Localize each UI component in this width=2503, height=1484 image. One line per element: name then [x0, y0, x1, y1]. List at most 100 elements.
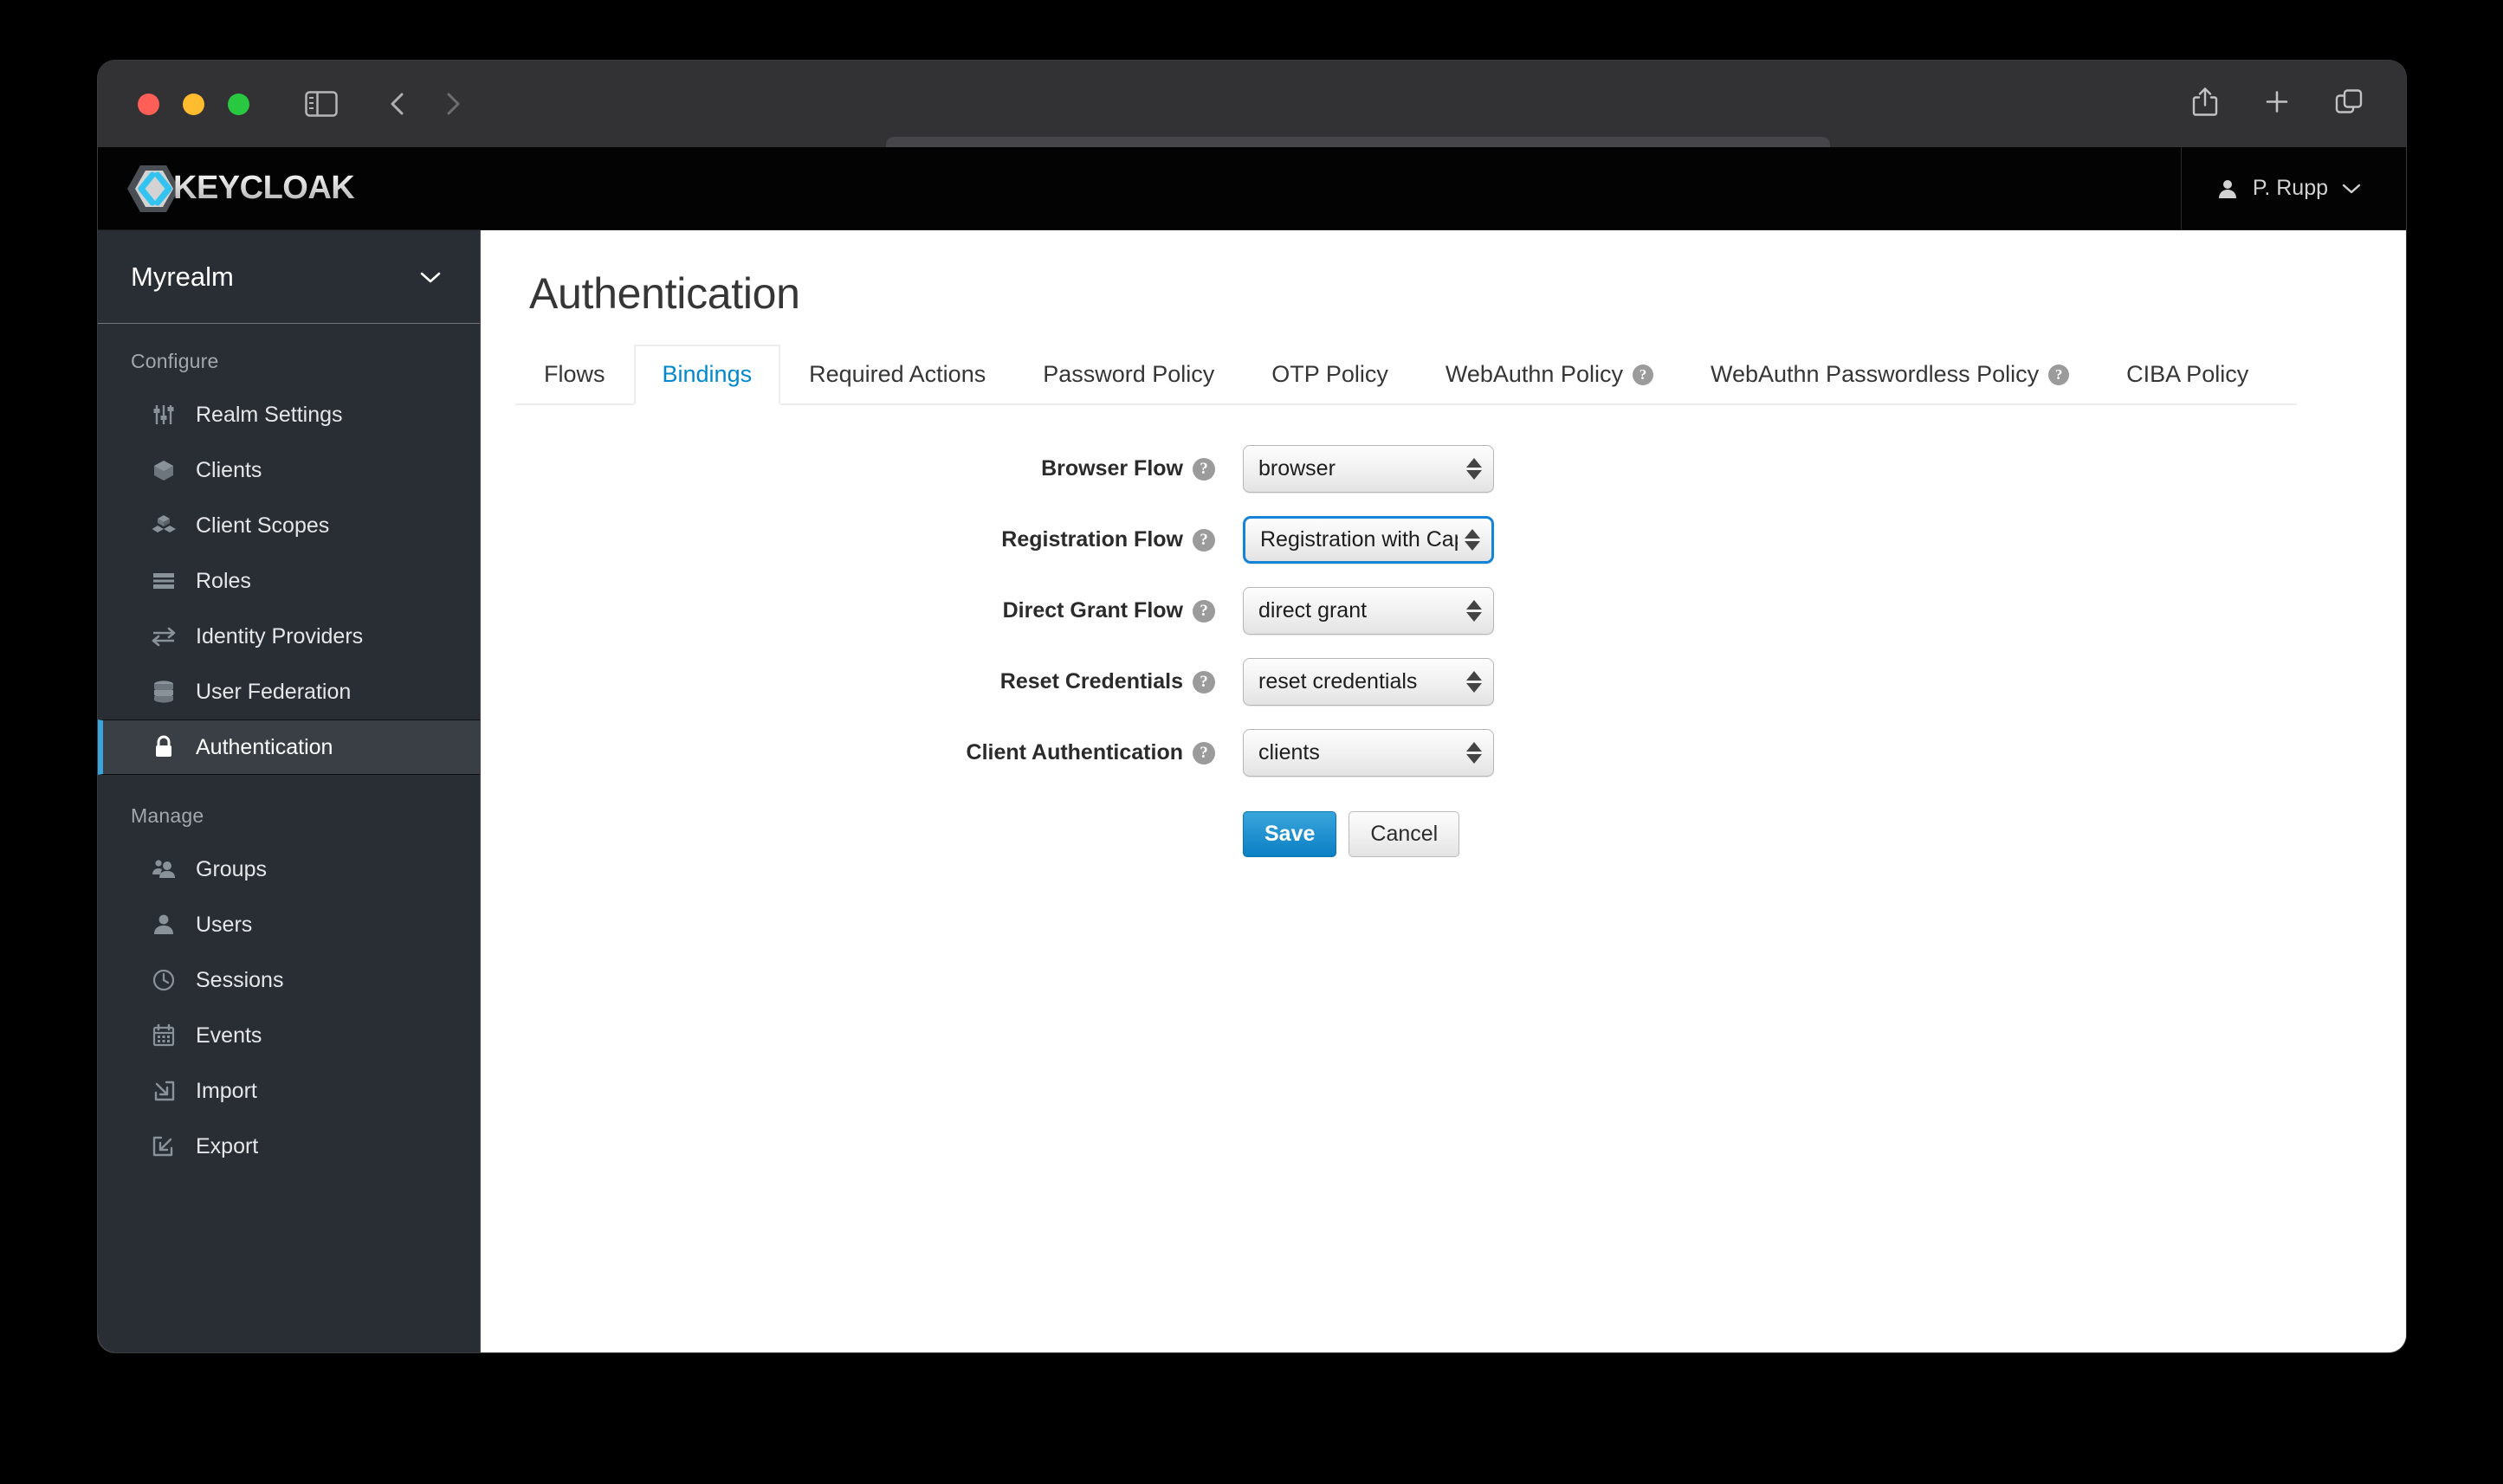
- form-label: Registration Flow: [1001, 527, 1183, 552]
- browser-nav-arrows: [387, 91, 463, 117]
- help-icon[interactable]: ?: [1193, 741, 1215, 765]
- sidebar-item-export[interactable]: Export: [98, 1119, 480, 1174]
- keycloak-app: KEYCLOAK P. Rupp Myrealm Configure Realm…: [98, 146, 2406, 1352]
- minimize-window-button[interactable]: [183, 93, 204, 115]
- browser-titlebar: localhost A 文: [98, 61, 2406, 190]
- tab-webauthn-policy[interactable]: WebAuthn Policy ?: [1417, 345, 1682, 405]
- stepper-arrows-icon: [1465, 529, 1480, 551]
- tab-flows[interactable]: Flows: [515, 345, 634, 405]
- form-row-browser-flow: Browser Flow ? browser: [515, 445, 2406, 493]
- reset-credentials-label-wrap: Reset Credentials ?: [515, 669, 1243, 694]
- reset-credentials-select[interactable]: reset credentials: [1243, 658, 1494, 706]
- import-icon: [151, 1078, 177, 1104]
- form-label: Direct Grant Flow: [1002, 598, 1183, 623]
- realm-selector-label: Myrealm: [131, 261, 234, 292]
- export-icon: [151, 1133, 177, 1159]
- close-window-button[interactable]: [138, 93, 159, 115]
- plus-icon[interactable]: [2264, 89, 2290, 119]
- main-content: Authentication Flows Bindings Required A…: [481, 230, 2406, 1352]
- stepper-arrows-icon: [1466, 742, 1482, 764]
- sidebar-item-label: Users: [196, 912, 253, 937]
- tab-ciba-policy[interactable]: CIBA Policy: [2098, 345, 2277, 405]
- tab-required-actions[interactable]: Required Actions: [780, 345, 1014, 405]
- browser-flow-select[interactable]: browser: [1243, 445, 1494, 493]
- form-label: Browser Flow: [1041, 456, 1183, 481]
- client-authentication-label-wrap: Client Authentication ?: [515, 740, 1243, 765]
- tab-otp-policy[interactable]: OTP Policy: [1243, 345, 1417, 405]
- sidebar-toggle-icon[interactable]: [305, 91, 338, 117]
- tab-bindings[interactable]: Bindings: [633, 345, 781, 405]
- browser-window: localhost A 文: [98, 61, 2406, 1352]
- chevron-right-icon[interactable]: [443, 91, 463, 117]
- realm-selector[interactable]: Myrealm: [98, 230, 480, 324]
- sidebar-item-client-scopes[interactable]: Client Scopes: [98, 498, 480, 553]
- nav-section-manage: Manage Groups Users Sessions Events Impo…: [98, 775, 480, 1174]
- nav-section-label: Manage: [131, 804, 204, 827]
- registration-flow-select[interactable]: Registration with Captcha: [1243, 516, 1494, 564]
- app-masthead: KEYCLOAK P. Rupp: [98, 146, 2406, 230]
- nav-section-label: Configure: [131, 350, 219, 372]
- sidebar-item-groups[interactable]: Groups: [98, 842, 480, 897]
- sidebar-item-clients[interactable]: Clients: [98, 442, 480, 498]
- chevron-left-icon[interactable]: [387, 91, 408, 117]
- sidebar-item-label: Sessions: [196, 967, 284, 992]
- users-icon: [151, 856, 177, 882]
- exchange-icon: [151, 623, 177, 649]
- lock-icon: [151, 734, 177, 760]
- sidebar-item-sessions[interactable]: Sessions: [98, 952, 480, 1008]
- tab-label: Password Policy: [1043, 361, 1215, 387]
- sidebar-item-label: Export: [196, 1133, 259, 1158]
- bindings-form: Browser Flow ? browser Registration Flow: [515, 405, 2406, 858]
- form-actions: Save Cancel: [515, 811, 2406, 858]
- tab-label: WebAuthn Policy: [1445, 361, 1623, 387]
- sidebar-item-import[interactable]: Import: [98, 1063, 480, 1119]
- help-icon[interactable]: ?: [1632, 364, 1653, 385]
- select-value: Registration with Captcha: [1260, 527, 1458, 552]
- sliders-icon: [151, 402, 177, 428]
- chevron-down-icon: [2342, 184, 2361, 193]
- sidebar-item-user-federation[interactable]: User Federation: [98, 664, 480, 719]
- tab-label: Bindings: [662, 361, 753, 387]
- stepper-arrows-icon: [1466, 671, 1482, 693]
- direct-grant-flow-label-wrap: Direct Grant Flow ?: [515, 598, 1243, 623]
- stepper-arrows-icon: [1466, 458, 1482, 480]
- browser-flow-label-wrap: Browser Flow ?: [515, 456, 1243, 481]
- sidebar-item-realm-settings[interactable]: Realm Settings: [98, 387, 480, 442]
- help-icon[interactable]: ?: [1193, 670, 1215, 694]
- help-icon[interactable]: ?: [1193, 599, 1215, 623]
- share-icon[interactable]: [2191, 87, 2219, 122]
- tab-bar: Flows Bindings Required Actions Password…: [515, 343, 2297, 405]
- tab-overview-icon[interactable]: [2335, 88, 2364, 120]
- tab-label: Flows: [544, 361, 605, 387]
- help-icon[interactable]: ?: [2048, 364, 2070, 385]
- user-menu-label: P. Rupp: [2252, 176, 2328, 200]
- sidebar-item-roles[interactable]: Roles: [98, 553, 480, 609]
- select-value: clients: [1258, 740, 1320, 765]
- screenshot-root: localhost A 文: [0, 0, 2503, 1484]
- direct-grant-flow-select[interactable]: direct grant: [1243, 587, 1494, 635]
- tab-webauthn-passwordless-policy[interactable]: WebAuthn Passwordless Policy ?: [1682, 345, 2098, 405]
- sidebar-item-label: Import: [196, 1078, 257, 1103]
- client-authentication-select[interactable]: clients: [1243, 729, 1494, 777]
- sidebar-item-users[interactable]: Users: [98, 897, 480, 952]
- window-controls: [138, 93, 249, 115]
- stepper-arrows-icon: [1466, 600, 1482, 622]
- brand-text: KEYCLOAK: [173, 170, 355, 206]
- keycloak-logo[interactable]: KEYCLOAK: [126, 164, 355, 214]
- sidebar-item-events[interactable]: Events: [98, 1008, 480, 1063]
- tab-password-policy[interactable]: Password Policy: [1014, 345, 1243, 405]
- cube-icon: [151, 457, 177, 483]
- form-row-registration-flow: Registration Flow ? Registration with Ca…: [515, 516, 2406, 564]
- maximize-window-button[interactable]: [228, 93, 249, 115]
- user-menu[interactable]: P. Rupp: [2180, 146, 2406, 230]
- sidebar-item-label: Identity Providers: [196, 623, 364, 648]
- help-icon[interactable]: ?: [1193, 457, 1215, 481]
- select-value: browser: [1258, 456, 1336, 481]
- save-button[interactable]: Save: [1243, 811, 1337, 858]
- help-icon[interactable]: ?: [1193, 528, 1215, 552]
- sidebar-item-identity-providers[interactable]: Identity Providers: [98, 609, 480, 664]
- app-body: Myrealm Configure Realm Settings Clients…: [98, 230, 2406, 1352]
- cancel-button[interactable]: Cancel: [1349, 811, 1460, 858]
- select-value: direct grant: [1258, 598, 1368, 623]
- sidebar-item-authentication[interactable]: Authentication: [98, 719, 480, 775]
